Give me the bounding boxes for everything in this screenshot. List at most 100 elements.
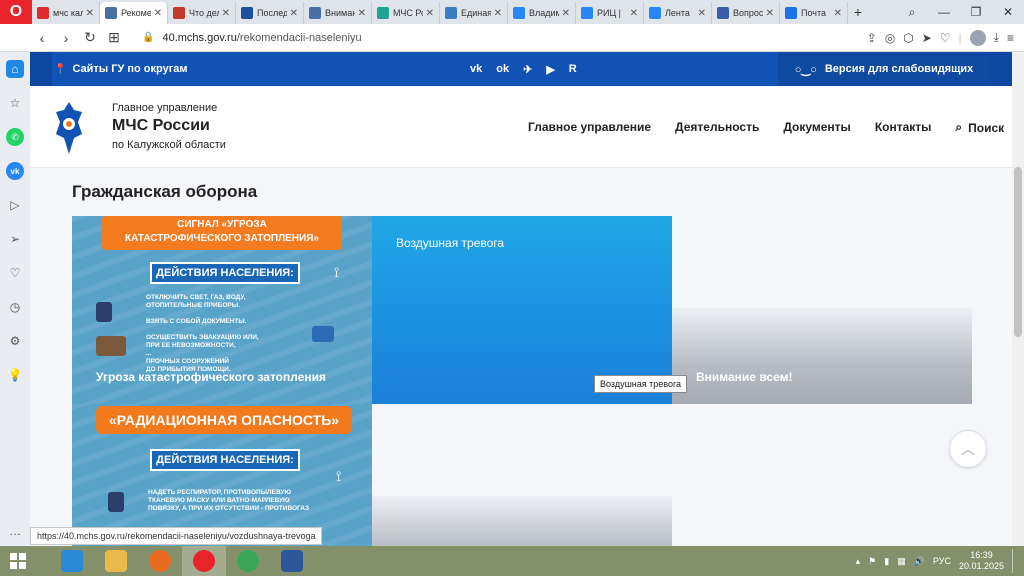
chrome-icon	[237, 550, 259, 572]
url-field[interactable]: 🔒 40.mchs.gov.ru /rekomendacii-naseleniy…	[142, 32, 362, 44]
browser-tab[interactable]: Внимание✕	[304, 2, 372, 24]
respirator-person-illustration-icon	[108, 492, 124, 512]
scroll-top-button[interactable]: ︿	[949, 430, 987, 468]
tab-close-icon[interactable]: ✕	[86, 8, 94, 19]
forward-button[interactable]: ›	[54, 30, 78, 46]
ok-social-icon[interactable]: ok	[496, 63, 509, 75]
status-bar-url: https://40.mchs.gov.ru/rekomendacii-nase…	[30, 527, 323, 545]
rutube-social-icon[interactable]: R	[569, 63, 577, 75]
nav-activity[interactable]: Деятельность	[675, 120, 759, 135]
menu-icon[interactable]: ≡	[1007, 31, 1014, 45]
search-tabs-icon[interactable]: ⌕	[896, 5, 928, 20]
vk-social-icon[interactable]: vk	[470, 63, 482, 75]
taskbar-firefox[interactable]	[138, 546, 182, 576]
vk-icon[interactable]: vk	[6, 162, 24, 180]
telegram-social-icon[interactable]: ✈	[523, 63, 532, 76]
flag-icon[interactable]: ⚑	[868, 556, 876, 567]
org-name[interactable]: Главное управление МЧС России по Калужск…	[112, 102, 226, 151]
new-tab-button[interactable]: +	[848, 4, 868, 20]
tab-close-icon[interactable]: ✕	[698, 8, 706, 19]
player-icon[interactable]: ▷	[6, 196, 24, 214]
maximize-button[interactable]: ❐	[960, 5, 992, 19]
tab-close-icon[interactable]: ✕	[358, 8, 366, 19]
extensions-icon[interactable]: ⬡	[903, 31, 913, 45]
clock[interactable]: 16:39 20.01.2025	[959, 550, 1004, 572]
more-icon[interactable]: …	[6, 522, 24, 540]
tab-close-icon[interactable]: ✕	[426, 8, 434, 19]
browser-tab[interactable]: Единая ✕	[440, 2, 508, 24]
heart-icon[interactable]: ♡	[940, 31, 951, 45]
taskbar-chrome[interactable]	[226, 546, 270, 576]
tab-grid-button[interactable]: ⊞	[102, 29, 126, 46]
star-icon[interactable]: ☆	[6, 94, 24, 112]
show-desktop-button[interactable]	[1012, 549, 1016, 573]
browser-tab[interactable]: мчс калужской✕	[32, 2, 100, 24]
battery-icon[interactable]: ▮	[884, 556, 889, 567]
tab-close-icon[interactable]: ✕	[154, 8, 162, 19]
tab-close-icon[interactable]: ✕	[222, 8, 230, 19]
scrollbar-thumb[interactable]	[1014, 167, 1022, 337]
tips-icon[interactable]: 💡	[6, 366, 24, 384]
back-button[interactable]: ‹	[30, 30, 54, 46]
close-window-button[interactable]: ✕	[992, 5, 1024, 19]
nav-contacts[interactable]: Контакты	[875, 120, 932, 135]
tab-close-icon[interactable]: ✕	[562, 8, 570, 19]
taskbar-explorer[interactable]	[94, 546, 138, 576]
tab-close-icon[interactable]: ✕	[290, 8, 298, 19]
top-strip: 📍 Сайты ГУ по округам vk ok ✈ ▶ R ○‿○ Ве…	[30, 52, 1012, 86]
system-tray: ▴ ⚑ ▮ ▦ 🔊 РУС 16:39 20.01.2025	[856, 549, 1024, 573]
camera-icon[interactable]: ◎	[885, 31, 895, 45]
start-button[interactable]	[0, 546, 36, 576]
heart-sidebar-icon[interactable]: ♡	[6, 264, 24, 282]
minimize-button[interactable]: —	[928, 5, 960, 19]
history-icon[interactable]: ◷	[6, 298, 24, 316]
youtube-social-icon[interactable]: ▶	[546, 63, 554, 76]
volume-icon[interactable]: 🔊	[914, 556, 925, 567]
search-button[interactable]: ⌕ Поиск	[955, 120, 1004, 135]
download-icon[interactable]: ⤓	[994, 30, 999, 45]
tab-close-icon[interactable]: ✕	[494, 8, 502, 19]
card-flood[interactable]: СИГНАЛ «УГРОЗА КАТАСТРОФИЧЕСКОГО ЗАТОПЛЕ…	[72, 216, 372, 404]
accessibility-version-link[interactable]: ○‿○ Версия для слабовидящих	[778, 52, 990, 86]
browser-tab[interactable]: Вопросы✕	[712, 2, 780, 24]
card-radiation[interactable]: «РАДИАЦИОННАЯ ОПАСНОСТЬ» ДЕЙСТВИЯ НАСЕЛЕ…	[72, 404, 372, 546]
home-icon[interactable]: ⌂	[6, 60, 24, 78]
flood-caption: Угроза катастрофического затопления	[96, 370, 327, 384]
taskbar-ie[interactable]	[50, 546, 94, 576]
radiation-banner: «РАДИАЦИОННАЯ ОПАСНОСТЬ»	[96, 406, 352, 434]
settings-icon[interactable]: ⚙	[6, 332, 24, 350]
network-icon[interactable]: ▦	[897, 556, 906, 567]
opera-menu-button[interactable]: O	[0, 0, 32, 24]
tab-favicon-icon	[513, 7, 525, 19]
browser-tab[interactable]: Владимир✕	[508, 2, 576, 24]
nav-documents[interactable]: Документы	[783, 120, 850, 135]
flood-banner-line2: КАТАСТРОФИЧЕСКОГО ЗАТОПЛЕНИЯ»	[125, 233, 319, 244]
tab-close-icon[interactable]: ✕	[834, 8, 842, 19]
share-icon[interactable]: ⇪	[867, 31, 877, 45]
page-scrollbar[interactable]	[1012, 52, 1024, 546]
send-icon[interactable]: ➤	[922, 31, 932, 45]
card-attention[interactable]: Внимание всем!	[672, 216, 972, 404]
avatar[interactable]	[969, 29, 986, 46]
send-sidebar-icon[interactable]: ➢	[6, 230, 24, 248]
language-indicator[interactable]: РУС	[933, 556, 951, 566]
mchs-emblem-icon[interactable]	[52, 98, 86, 158]
browser-tab[interactable]: Последние✕	[236, 2, 304, 24]
regional-sites-link[interactable]: 📍 Сайты ГУ по округам	[52, 63, 188, 75]
browser-tab[interactable]: Лента ✕	[644, 2, 712, 24]
taskbar-word[interactable]	[270, 546, 314, 576]
browser-tab[interactable]: РИЦ | ✕	[576, 2, 644, 24]
address-bar: ‹ › ↻ ⊞ 🔒 40.mchs.gov.ru /rekomendacii-n…	[0, 24, 1024, 52]
tab-close-icon[interactable]: ✕	[766, 8, 774, 19]
whatsapp-icon[interactable]: ✆	[6, 128, 24, 146]
tray-arrow-icon[interactable]: ▴	[856, 556, 861, 567]
taskbar-opera[interactable]	[182, 546, 226, 576]
browser-tab[interactable]: МЧС России✕	[372, 2, 440, 24]
tab-close-icon[interactable]: ✕	[630, 8, 638, 19]
browser-tab[interactable]: Почта ✕	[780, 2, 848, 24]
card-placeholder[interactable]	[372, 404, 672, 546]
browser-tab[interactable]: Что делать✕	[168, 2, 236, 24]
browser-tab[interactable]: Рекомендации✕	[100, 2, 168, 24]
nav-main-office[interactable]: Главное управление	[528, 120, 651, 135]
reload-button[interactable]: ↻	[78, 29, 102, 46]
